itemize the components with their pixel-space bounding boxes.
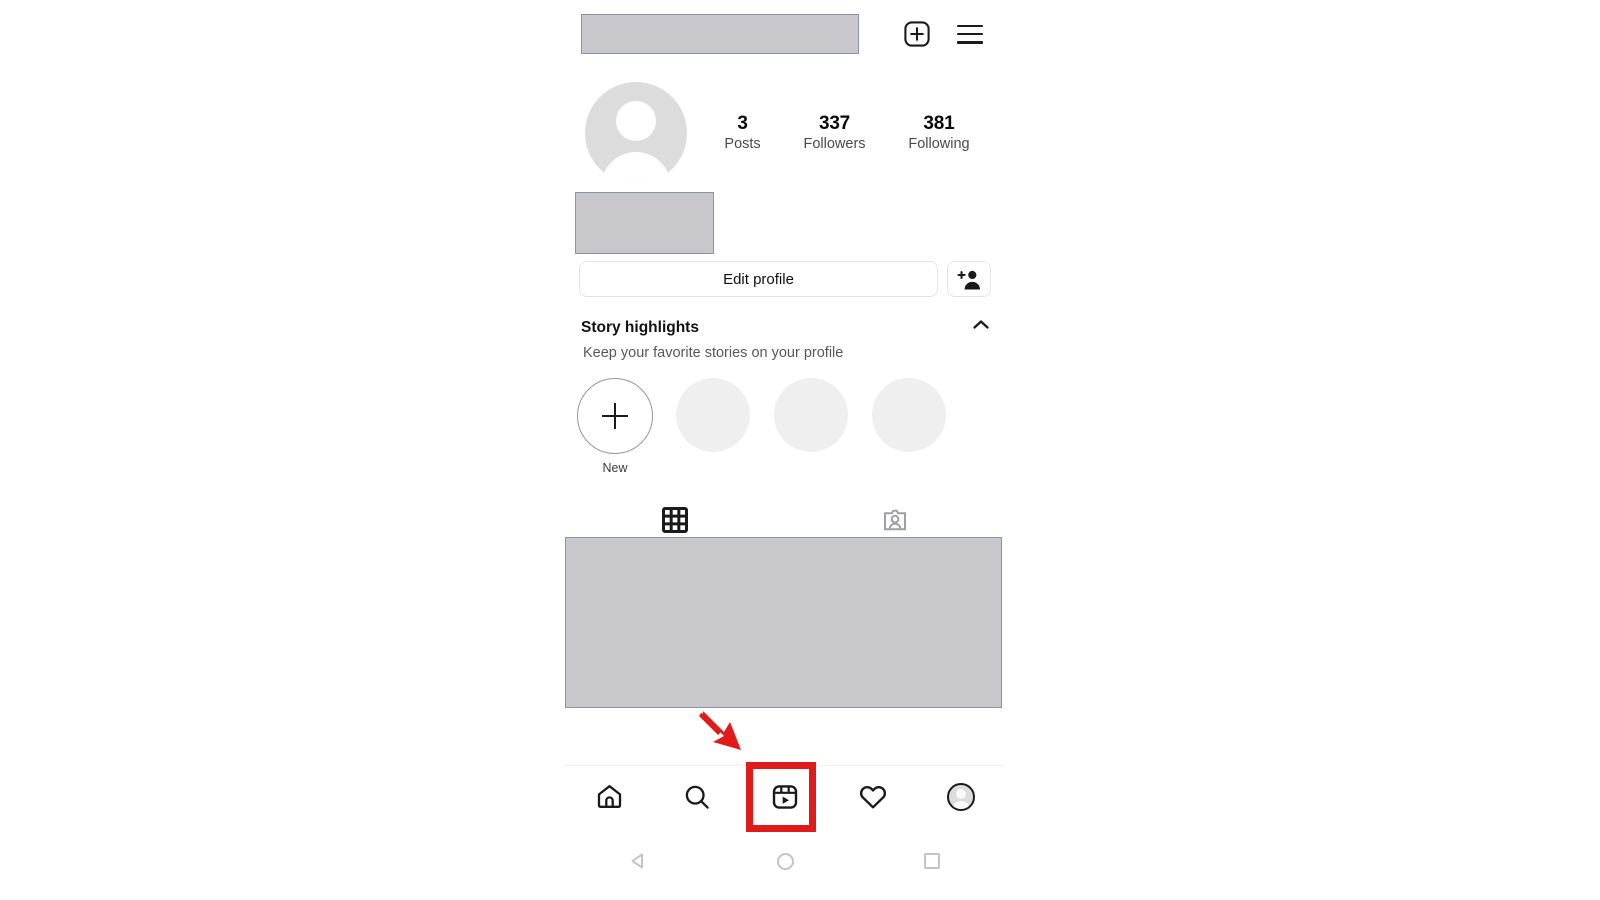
profile-action-buttons: Edit profile bbox=[579, 261, 991, 297]
recents-square-icon bbox=[923, 853, 940, 869]
search-icon bbox=[685, 785, 709, 809]
home-circle-icon bbox=[776, 852, 794, 870]
highlight-thumb bbox=[872, 378, 946, 452]
system-recents-button[interactable] bbox=[858, 853, 1005, 869]
add-person-icon[interactable] bbox=[947, 261, 991, 297]
stat-followers[interactable]: 337 Followers bbox=[803, 112, 865, 155]
new-highlight-label: New bbox=[602, 461, 628, 475]
tab-tagged[interactable] bbox=[785, 500, 1005, 540]
profile-tabs bbox=[565, 500, 1005, 540]
stat-posts[interactable]: 3 Posts bbox=[724, 112, 760, 155]
bottom-navigation-bar bbox=[565, 765, 1005, 827]
nav-profile[interactable] bbox=[917, 766, 1005, 827]
bio-redaction bbox=[575, 192, 714, 254]
home-icon bbox=[597, 785, 621, 808]
header-actions bbox=[903, 20, 983, 48]
story-highlights-list: New bbox=[577, 378, 947, 475]
nav-avatar-head bbox=[956, 788, 966, 799]
hamburger-menu-icon[interactable] bbox=[957, 24, 983, 44]
story-highlight-placeholder[interactable] bbox=[871, 378, 947, 452]
profile-avatar-icon bbox=[947, 782, 975, 811]
story-highlight-placeholder[interactable] bbox=[773, 378, 849, 452]
username-redaction bbox=[581, 14, 859, 54]
profile-stats: 3 Posts 337 Followers 381 Following bbox=[703, 112, 991, 155]
highlight-thumb bbox=[774, 378, 848, 452]
heart-icon bbox=[859, 785, 887, 808]
story-highlights-header: Story highlights bbox=[581, 318, 991, 337]
phone-viewport: 3 Posts 337 Followers 381 Following Edit… bbox=[565, 0, 1005, 900]
screenshot-canvas: 3 Posts 337 Followers 381 Following Edit… bbox=[0, 0, 1600, 900]
stat-following[interactable]: 381 Following bbox=[908, 112, 969, 155]
nav-search[interactable] bbox=[653, 766, 741, 827]
system-back-button[interactable] bbox=[565, 851, 712, 871]
android-system-nav bbox=[565, 832, 1005, 890]
story-highlights-subtitle: Keep your favorite stories on your profi… bbox=[583, 345, 844, 361]
story-highlight-new[interactable]: New bbox=[577, 378, 653, 475]
stat-following-value: 381 bbox=[923, 112, 955, 134]
nav-avatar-body bbox=[951, 800, 971, 809]
stat-followers-value: 337 bbox=[818, 112, 851, 134]
stat-following-label: Following bbox=[908, 136, 970, 153]
reels-icon bbox=[772, 784, 798, 809]
nav-home[interactable] bbox=[565, 766, 653, 827]
story-highlight-placeholder[interactable] bbox=[675, 378, 751, 452]
back-triangle-icon bbox=[631, 853, 644, 869]
plus-icon bbox=[602, 403, 628, 429]
plus-square-icon[interactable] bbox=[903, 20, 931, 48]
chevron-up-icon[interactable] bbox=[971, 318, 991, 337]
system-home-button[interactable] bbox=[712, 852, 859, 870]
stat-posts-value: 3 bbox=[737, 112, 748, 134]
avatar-body bbox=[601, 152, 671, 184]
default-avatar-icon[interactable] bbox=[585, 82, 687, 184]
grid-icon bbox=[662, 507, 688, 533]
nav-reels[interactable] bbox=[741, 766, 829, 827]
profile-summary-row: 3 Posts 337 Followers 381 Following bbox=[565, 78, 1005, 188]
story-highlights-title: Story highlights bbox=[581, 318, 699, 336]
nav-activity[interactable] bbox=[829, 766, 917, 827]
tagged-person-icon bbox=[884, 509, 906, 531]
tab-grid[interactable] bbox=[565, 500, 785, 540]
avatar-head bbox=[616, 101, 656, 141]
new-highlight-circle bbox=[577, 378, 653, 454]
stat-followers-label: Followers bbox=[803, 136, 866, 153]
content-redaction bbox=[565, 537, 1002, 708]
highlight-thumb bbox=[676, 378, 750, 452]
edit-profile-button[interactable]: Edit profile bbox=[579, 261, 938, 297]
profile-header bbox=[565, 10, 1005, 58]
stat-posts-label: Posts bbox=[724, 136, 761, 153]
